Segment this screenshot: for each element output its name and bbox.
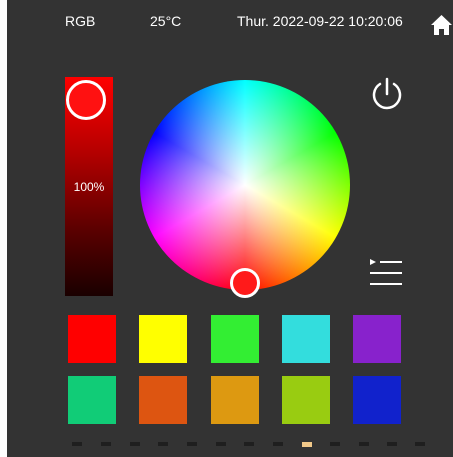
page-indicator-dot[interactable] <box>330 442 340 446</box>
page-indicator-dot[interactable] <box>72 442 82 446</box>
mode-label: RGB <box>65 13 96 29</box>
page-indicator-dot[interactable] <box>187 442 197 446</box>
preset-swatch-lime[interactable] <box>282 376 330 424</box>
page-indicator-dot[interactable] <box>387 442 397 446</box>
color-wheel-handle[interactable] <box>230 268 260 298</box>
page-indicator-dot[interactable] <box>359 442 369 446</box>
preset-swatch-orange[interactable] <box>139 376 187 424</box>
page-indicator-dot[interactable] <box>273 442 283 446</box>
preset-swatch-green[interactable] <box>211 315 259 363</box>
page-indicator-dot[interactable] <box>415 442 425 446</box>
temperature-label: 25°C <box>150 13 182 29</box>
datetime-label: Thur. 2022-09-22 10:20:06 <box>237 13 403 29</box>
preset-swatch-blue[interactable] <box>353 376 401 424</box>
color-wheel[interactable] <box>140 80 350 290</box>
page-indicator-dot[interactable] <box>130 442 140 446</box>
brightness-value: 100% <box>73 180 105 194</box>
preset-swatch-cyan[interactable] <box>282 315 330 363</box>
page-indicator-dot[interactable] <box>244 442 254 446</box>
preset-swatch-yellow[interactable] <box>139 315 187 363</box>
brightness-handle[interactable] <box>66 80 106 120</box>
preset-swatch-purple[interactable] <box>353 315 401 363</box>
page-indicator-dot[interactable] <box>158 442 168 446</box>
preset-swatch-red[interactable] <box>68 315 116 363</box>
page-indicator-dot[interactable] <box>302 442 312 447</box>
page-indicator-dot[interactable] <box>216 442 226 446</box>
home-icon[interactable] <box>430 14 453 36</box>
preset-swatch-amber[interactable] <box>211 376 259 424</box>
page-indicator-dot[interactable] <box>101 442 111 446</box>
power-icon[interactable] <box>369 76 405 112</box>
preset-swatch-mint[interactable] <box>68 376 116 424</box>
program-list-icon[interactable] <box>368 256 404 290</box>
